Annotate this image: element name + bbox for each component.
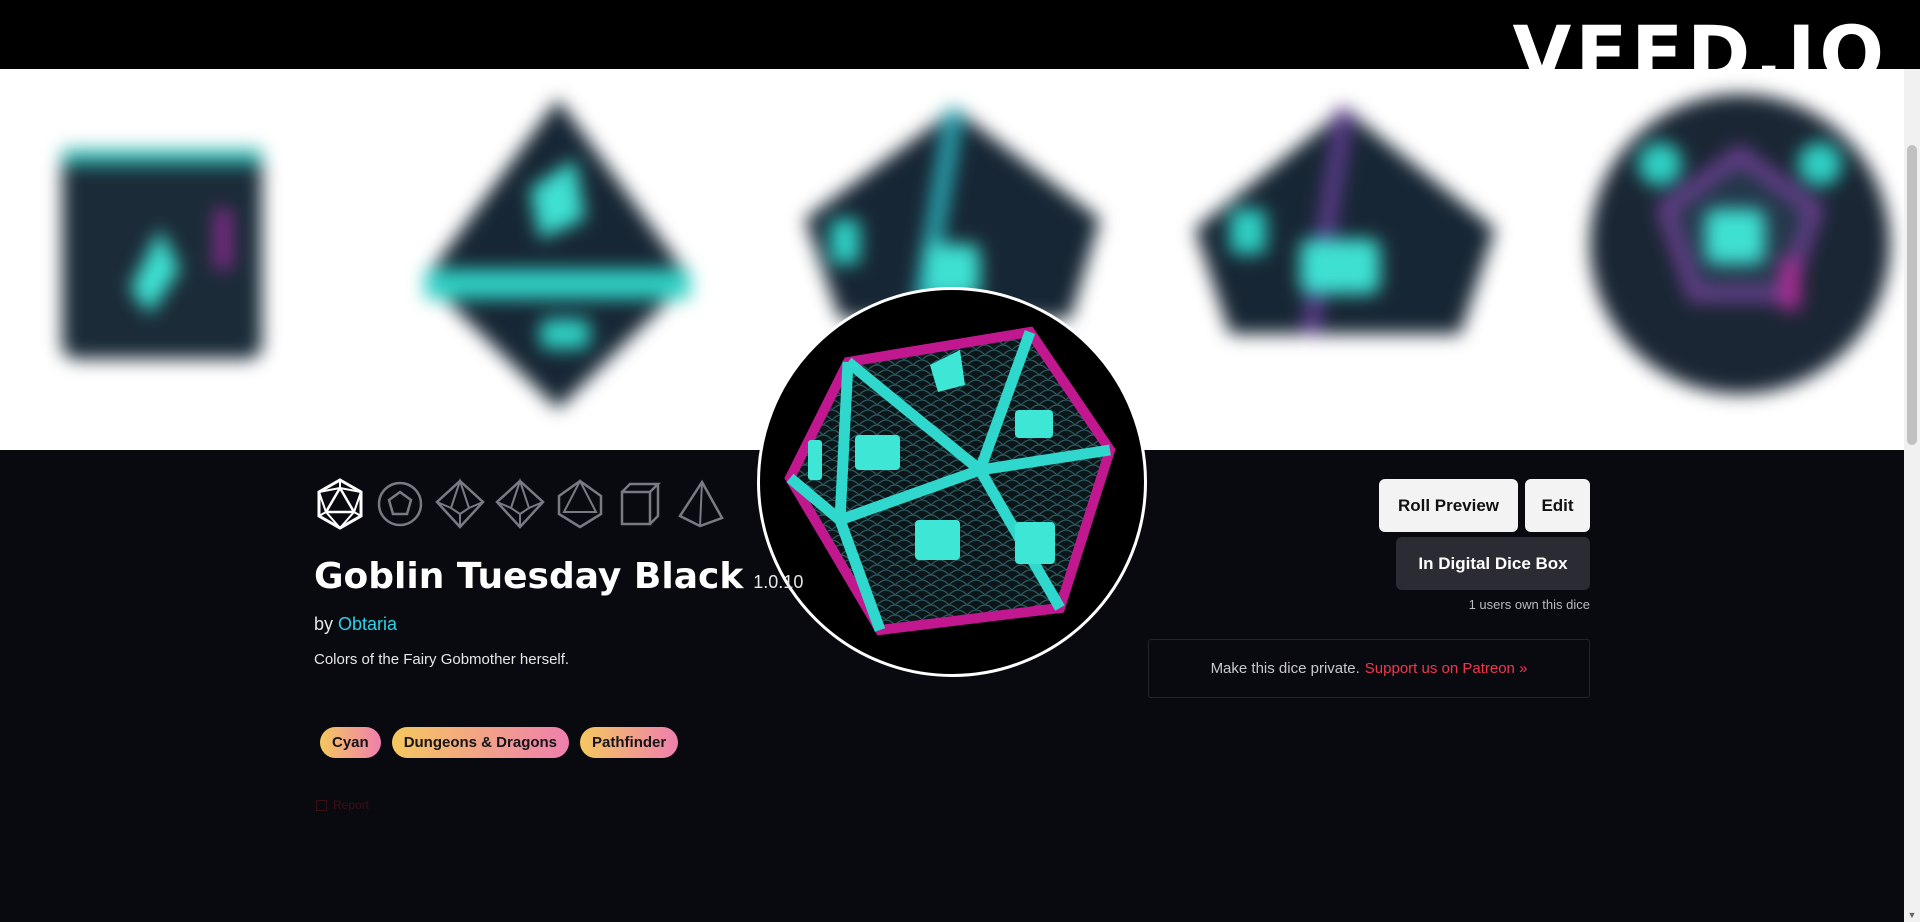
owners-count: 1 users own this dice xyxy=(1468,597,1590,612)
by-label: by xyxy=(314,614,334,634)
patreon-link[interactable]: Support us on Patreon » xyxy=(1365,660,1528,677)
flag-icon xyxy=(316,799,327,811)
dice-title: Goblin Tuesday Black xyxy=(314,556,744,597)
d%-icon[interactable] xyxy=(494,476,546,532)
dice-description: Colors of the Fairy Gobmother herself. xyxy=(314,651,570,668)
d20-icon[interactable] xyxy=(314,476,366,532)
dice-avatar xyxy=(757,287,1147,677)
veed-watermark: VEED.IO xyxy=(1512,14,1888,69)
dice-title-row: Goblin Tuesday Black 1.0.10 xyxy=(314,556,803,597)
edit-button[interactable]: Edit xyxy=(1525,479,1590,532)
d4-icon[interactable] xyxy=(674,476,726,532)
private-notice: Make this dice private. Support us on Pa… xyxy=(1148,639,1590,698)
d6-icon[interactable] xyxy=(614,476,666,532)
d12-icon[interactable] xyxy=(374,476,426,532)
scroll-down-arrow-icon[interactable]: ▼ xyxy=(1907,910,1917,920)
roll-preview-button[interactable]: Roll Preview xyxy=(1379,479,1518,532)
digital-dice-box-button[interactable]: In Digital Dice Box xyxy=(1396,537,1590,590)
tag-list: Cyan Dungeons & Dragons Pathfinder xyxy=(320,727,679,758)
private-notice-text: Make this dice private. xyxy=(1210,660,1360,677)
page-scrollbar[interactable]: ▼ xyxy=(1904,69,1920,922)
author-line: by Obtaria xyxy=(314,614,397,635)
tag-pathfinder[interactable]: Pathfinder xyxy=(580,727,679,758)
scroll-thumb[interactable] xyxy=(1907,145,1917,445)
dice-type-selector xyxy=(314,476,726,532)
tag-cyan[interactable]: Cyan xyxy=(320,727,381,758)
author-link[interactable]: Obtaria xyxy=(338,614,397,634)
d10-icon[interactable] xyxy=(434,476,486,532)
d20-preview-image xyxy=(784,326,1116,636)
tag-dungeons-dragons[interactable]: Dungeons & Dragons xyxy=(391,727,570,758)
report-link[interactable]: Report xyxy=(316,798,369,812)
d8-icon[interactable] xyxy=(554,476,606,532)
top-bar: VEED.IO xyxy=(0,0,1920,69)
dice-version: 1.0.10 xyxy=(753,572,804,592)
report-label: Report xyxy=(333,798,370,812)
